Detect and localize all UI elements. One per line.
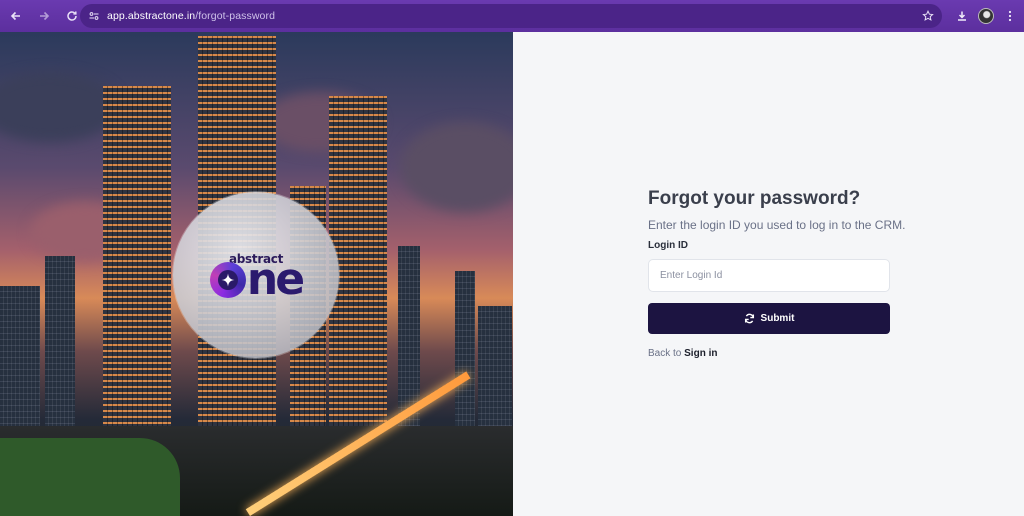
avatar [978, 8, 994, 24]
address-bar[interactable]: app.abstractone.in/forgot-password [80, 4, 942, 28]
back-arrow-icon[interactable] [4, 4, 28, 28]
browser-right-tools [950, 0, 1024, 32]
forgot-password-panel: Forgot your password? Enter the login ID… [513, 32, 1024, 516]
cloud-shape [400, 122, 513, 212]
download-icon[interactable] [950, 4, 974, 28]
menu-dots-icon[interactable] [998, 4, 1022, 28]
login-id-label: Login ID [648, 240, 688, 251]
brand-logo: abstract ne [173, 192, 339, 358]
cloud-shape [0, 72, 120, 142]
login-id-input[interactable] [648, 259, 890, 292]
submit-button[interactable]: Submit [648, 303, 890, 334]
site-info-icon[interactable] [83, 5, 105, 27]
hero-cityscape-image: abstract ne [0, 32, 513, 516]
logo-wordmark-main: ne [209, 254, 305, 305]
profile-avatar[interactable] [974, 4, 998, 28]
page-title: Forgot your password? [648, 188, 861, 209]
url-text: app.abstractone.in/forgot-password [107, 10, 275, 22]
lawn-area [0, 438, 180, 516]
back-prefix: Back to [648, 348, 682, 359]
bookmark-star-icon[interactable] [920, 8, 936, 24]
page-subtitle: Enter the login ID you used to log in to… [648, 218, 906, 232]
sign-in-link[interactable]: Sign in [684, 348, 717, 359]
url-path: /forgot-password [195, 10, 276, 22]
logo-sparkle-inner [217, 270, 238, 290]
forward-arrow-icon[interactable] [32, 4, 56, 28]
url-host: app.abstractone.in [107, 10, 196, 22]
refresh-icon [744, 313, 755, 324]
browser-toolbar: app.abstractone.in/forgot-password [0, 0, 1024, 32]
back-to-signin: Back to Sign in [648, 348, 717, 359]
logo-sparkle-icon [209, 262, 246, 298]
submit-button-label: Submit [760, 313, 795, 324]
logo-wordmark-ne: ne [246, 254, 305, 305]
